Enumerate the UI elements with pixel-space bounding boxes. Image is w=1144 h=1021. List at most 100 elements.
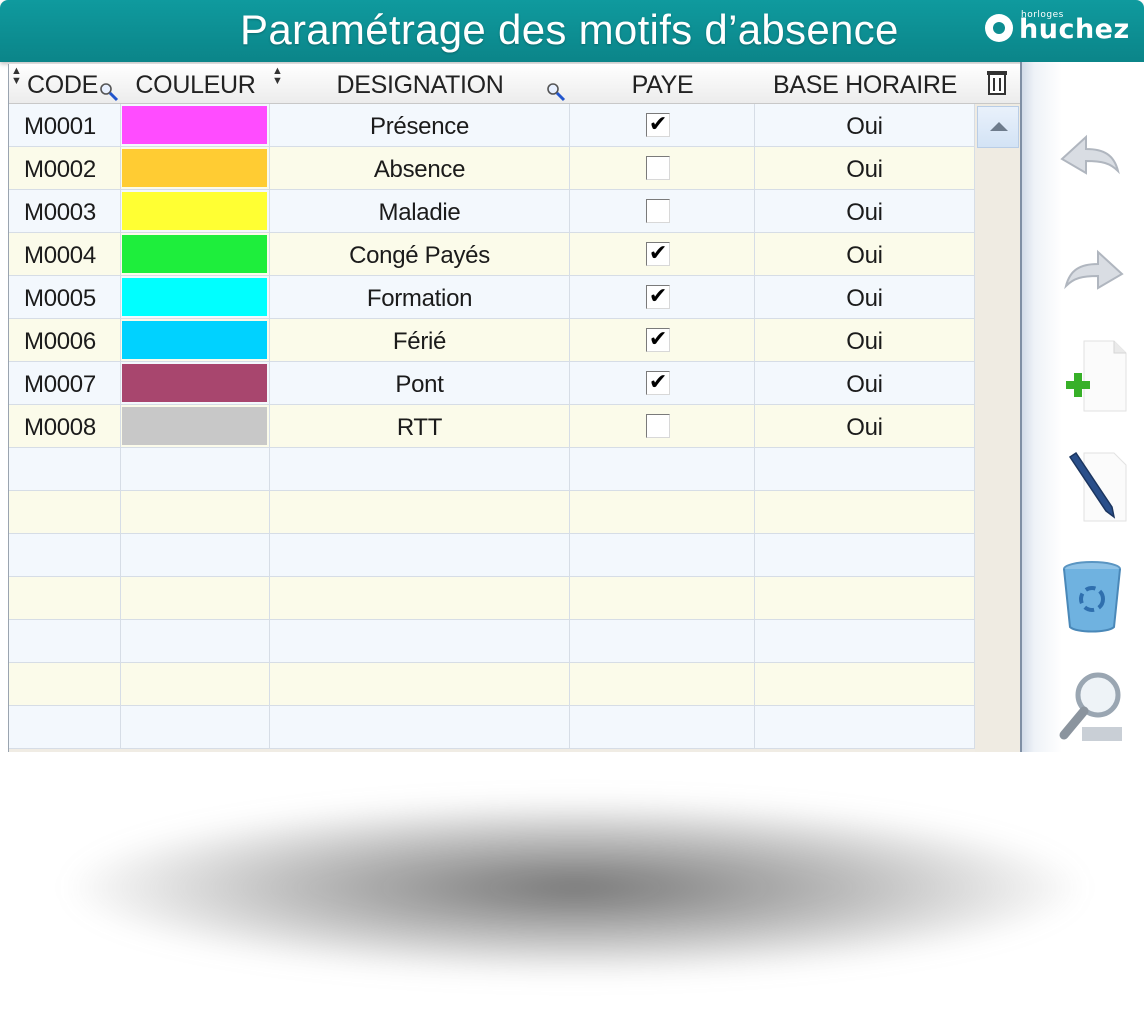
cell-base-horaire[interactable] [755, 663, 975, 706]
edit-icon[interactable] [1052, 447, 1132, 527]
paye-checkbox[interactable]: ✔ [646, 328, 670, 352]
cell-paye[interactable]: ✔ [570, 104, 755, 147]
cell-base-horaire[interactable]: Oui [755, 362, 975, 405]
cell-designation[interactable]: Formation [270, 276, 570, 319]
table-row[interactable]: M0008 RTT Oui [9, 405, 975, 448]
table-row[interactable]: M0004 Congé Payés ✔ Oui [9, 233, 975, 276]
cell-color[interactable] [121, 319, 270, 362]
cell-base-horaire[interactable]: Oui [755, 319, 975, 362]
cell-base-horaire[interactable]: Oui [755, 233, 975, 276]
cell-color[interactable] [121, 362, 270, 405]
cell-code[interactable]: M0008 [9, 405, 121, 448]
cell-color[interactable] [121, 276, 270, 319]
cell-paye[interactable]: ✔ [570, 319, 755, 362]
cell-base-horaire[interactable]: Oui [755, 104, 975, 147]
cell-base-horaire[interactable]: Oui [755, 276, 975, 319]
cell-color[interactable] [121, 190, 270, 233]
vertical-scrollbar[interactable] [975, 104, 1020, 752]
paye-checkbox[interactable]: ✔ [646, 242, 670, 266]
cell-paye[interactable]: ✔ [570, 276, 755, 319]
cell-color[interactable] [121, 620, 270, 663]
cell-designation[interactable] [270, 620, 570, 663]
add-icon[interactable] [1052, 337, 1132, 417]
paye-checkbox[interactable] [646, 414, 670, 438]
cell-code[interactable] [9, 663, 121, 706]
cell-code[interactable] [9, 448, 121, 491]
cell-base-horaire[interactable]: Oui [755, 147, 975, 190]
cell-color[interactable] [121, 104, 270, 147]
cell-designation[interactable] [270, 577, 570, 620]
cell-base-horaire[interactable] [755, 448, 975, 491]
cell-paye[interactable]: ✔ [570, 362, 755, 405]
cell-paye[interactable] [570, 534, 755, 577]
cell-base-horaire[interactable] [755, 620, 975, 663]
search-designation-icon[interactable] [546, 82, 566, 102]
cell-designation[interactable] [270, 491, 570, 534]
column-settings-icon[interactable] [985, 68, 1009, 98]
cell-base-horaire[interactable] [755, 534, 975, 577]
table-row[interactable] [9, 620, 975, 663]
cell-designation[interactable]: Pont [270, 362, 570, 405]
cell-code[interactable] [9, 620, 121, 663]
cell-base-horaire[interactable] [755, 706, 975, 749]
table-row[interactable]: M0003 Maladie Oui [9, 190, 975, 233]
delete-icon[interactable] [1052, 557, 1132, 637]
cell-color[interactable] [121, 147, 270, 190]
column-header-base-horaire[interactable]: BASE HORAIRE [755, 64, 975, 104]
cell-designation[interactable]: RTT [270, 405, 570, 448]
cell-designation[interactable] [270, 534, 570, 577]
cell-designation[interactable]: Congé Payés [270, 233, 570, 276]
cell-designation[interactable]: Maladie [270, 190, 570, 233]
cell-code[interactable] [9, 491, 121, 534]
cell-designation[interactable]: Présence [270, 104, 570, 147]
paye-checkbox[interactable]: ✔ [646, 371, 670, 395]
cell-paye[interactable] [570, 491, 755, 534]
column-header-designation[interactable]: DESIGNATION [270, 64, 570, 104]
cell-color[interactable] [121, 448, 270, 491]
cell-paye[interactable] [570, 448, 755, 491]
table-row[interactable]: M0007 Pont ✔ Oui [9, 362, 975, 405]
previous-icon[interactable] [1052, 117, 1132, 197]
cell-base-horaire[interactable]: Oui [755, 190, 975, 233]
cell-code[interactable] [9, 706, 121, 749]
cell-code[interactable]: M0007 [9, 362, 121, 405]
search-icon[interactable] [1052, 667, 1132, 747]
cell-code[interactable]: M0003 [9, 190, 121, 233]
cell-paye[interactable] [570, 190, 755, 233]
cell-paye[interactable]: ✔ [570, 233, 755, 276]
cell-code[interactable]: M0004 [9, 233, 121, 276]
table-row[interactable] [9, 577, 975, 620]
column-header-color[interactable]: COULEUR [121, 64, 270, 104]
cell-paye[interactable] [570, 577, 755, 620]
cell-code[interactable]: M0001 [9, 104, 121, 147]
cell-code[interactable]: M0005 [9, 276, 121, 319]
column-header-paye[interactable]: PAYE [570, 64, 755, 104]
cell-designation[interactable] [270, 706, 570, 749]
table-row[interactable] [9, 706, 975, 749]
table-row[interactable]: M0001 Présence ✔ Oui [9, 104, 975, 147]
cell-color[interactable] [121, 534, 270, 577]
table-row[interactable]: M0006 Férié ✔ Oui [9, 319, 975, 362]
cell-color[interactable] [121, 233, 270, 276]
scroll-up-button[interactable] [977, 106, 1019, 148]
cell-paye[interactable] [570, 620, 755, 663]
table-row[interactable] [9, 448, 975, 491]
table-row[interactable] [9, 534, 975, 577]
paye-checkbox[interactable]: ✔ [646, 113, 670, 137]
cell-designation[interactable]: Absence [270, 147, 570, 190]
next-icon[interactable] [1052, 232, 1132, 312]
table-row[interactable] [9, 663, 975, 706]
paye-checkbox[interactable] [646, 199, 670, 223]
cell-base-horaire[interactable] [755, 577, 975, 620]
cell-code[interactable]: M0006 [9, 319, 121, 362]
cell-designation[interactable]: Férié [270, 319, 570, 362]
cell-paye[interactable] [570, 405, 755, 448]
cell-paye[interactable] [570, 663, 755, 706]
table-row[interactable] [9, 491, 975, 534]
cell-paye[interactable] [570, 147, 755, 190]
cell-color[interactable] [121, 706, 270, 749]
cell-code[interactable]: M0002 [9, 147, 121, 190]
search-code-icon[interactable] [99, 82, 119, 102]
cell-color[interactable] [121, 663, 270, 706]
paye-checkbox[interactable]: ✔ [646, 285, 670, 309]
